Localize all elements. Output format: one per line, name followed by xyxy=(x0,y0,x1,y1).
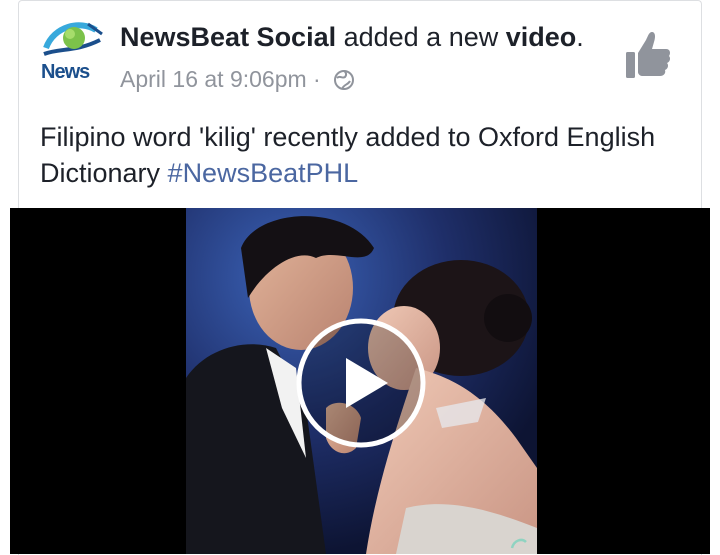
play-icon[interactable] xyxy=(296,318,426,448)
header-period: . xyxy=(576,22,584,52)
post-meta: April 16 at 9:06pm · xyxy=(120,66,355,93)
globe-icon[interactable] xyxy=(333,69,355,91)
hashtag-link[interactable]: #NewsBeatPHL xyxy=(168,158,359,188)
video-link[interactable]: video xyxy=(506,22,577,52)
meta-separator: · xyxy=(306,66,328,92)
post-header: NewsBeat Social added a new video. xyxy=(120,22,584,53)
watermark-icon xyxy=(510,538,527,549)
logo-wordmark: News xyxy=(41,61,90,83)
page-name-link[interactable]: NewsBeat Social xyxy=(120,22,336,52)
thumbs-up-icon[interactable] xyxy=(624,30,672,80)
post-message: Filipino word 'kilig' recently added to … xyxy=(40,119,680,191)
timestamp-link[interactable]: April 16 at 9:06pm xyxy=(120,66,307,93)
action-text: added a new xyxy=(336,22,506,52)
page-avatar[interactable]: News xyxy=(40,18,104,86)
video-player[interactable] xyxy=(10,208,710,554)
